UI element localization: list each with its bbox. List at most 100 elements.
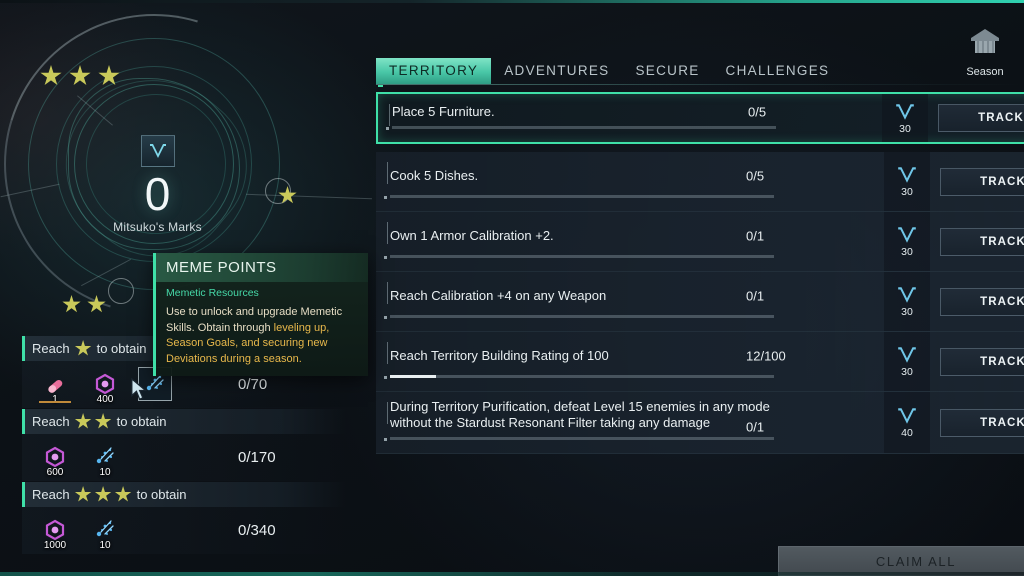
reward-item-qty: 1000 [43,540,67,551]
reward-item-pink-capsule[interactable]: 1 [38,367,72,405]
tier-body: 600 10 0/170 [22,434,346,481]
task-reward: 30 [882,94,928,142]
track-button[interactable]: TRACK [938,104,1024,132]
tier-header: Reach to obtain [22,409,346,434]
task-row[interactable]: Place 5 Furniture. 0/5 30 TRACK [376,92,1024,144]
star-icon [114,486,132,502]
task-row[interactable]: During Territory Purification, defeat Le… [376,392,1024,454]
skill-node-tier3[interactable] [40,65,120,87]
star-icon [94,413,112,429]
task-progress-bar [390,437,774,440]
task-bar-dot [384,196,387,199]
skill-node-tier1[interactable] [278,186,297,205]
task-description: During Territory Purification, defeat Le… [390,398,770,430]
reward-item-qty: 10 [99,540,111,551]
tab-secure[interactable]: SECURE [622,58,712,84]
task-progress-count: 0/5 [746,168,765,183]
season-badge[interactable]: Season [952,26,1018,78]
task-bar-dot [386,127,389,130]
tooltip-subtitle: Memetic Resources [166,287,259,299]
tier-suffix: to obtain [116,414,167,429]
task-content: Reach Territory Building Rating of 100 1… [376,332,884,391]
task-content: Place 5 Furniture. 0/5 [378,94,882,142]
meme-point-icon [896,103,914,120]
star-icon [94,486,112,502]
task-progress-count: 0/5 [748,104,767,120]
meme-point-icon [898,227,916,243]
mitsuko-marks-counter: 0 Mitsuko's Marks [105,135,210,234]
reward-item-purple-hex[interactable]: 400 [88,367,122,405]
task-description: Cook 5 Dishes. [390,167,479,183]
task-reward: 40 [884,392,930,453]
right-panel: Season TERRITORY ADVENTURES SECURE CHALL… [372,0,1024,576]
task-progress-bar [390,255,774,258]
task-list: Place 5 Furniture. 0/5 30 TRACK Cook 5 D… [376,92,1024,454]
task-progress-bar [390,315,774,318]
task-description: Own 1 Armor Calibration +2. [390,227,554,243]
task-accent-tick [387,282,388,304]
task-content: Own 1 Armor Calibration +2. 0/1 [376,212,884,271]
task-progress-count: 0/1 [746,419,765,434]
meme-point-icon [898,408,916,424]
reward-item-qty: 1 [52,394,58,405]
tooltip-body-line3-post: during a [217,352,261,365]
tier-progress-value: 0/340 [238,521,276,539]
tier-stars [74,486,132,503]
task-progress-count: 0/1 [746,228,765,243]
tooltip-body: Use to unlock and upgrade Memetic Skills… [156,302,368,376]
task-accent-tick [387,222,388,244]
task-reward: 30 [884,272,930,331]
task-progress-bar [390,195,774,198]
reward-item-blue-sparkle[interactable]: 10 [88,440,122,478]
reward-item-qty: 400 [96,394,114,405]
task-reward: 30 [884,332,930,391]
task-content: During Territory Purification, defeat Le… [376,392,884,453]
tier-progress-value: 0/170 [238,448,276,466]
star-icon [69,65,91,86]
task-reward-qty: 30 [899,122,911,135]
track-button[interactable]: TRACK [940,408,1024,437]
tier-stars [74,340,92,357]
star-icon [74,486,92,502]
tier-prefix: Reach [32,487,70,502]
tier-body: 1000 10 0/340 [22,507,346,554]
reward-item-qty: 600 [46,467,64,478]
task-row[interactable]: Reach Calibration +4 on any Weapon 0/1 3… [376,272,1024,332]
task-description: Reach Calibration +4 on any Weapon [390,287,607,303]
tab-challenges[interactable]: CHALLENGES [713,58,843,84]
reward-item-blue-sparkle[interactable]: 10 [88,513,122,551]
reward-item-purple-hex[interactable]: 1000 [38,513,72,551]
track-button[interactable]: TRACK [940,167,1024,196]
reward-item-qty: 10 [99,467,111,478]
tab-bar: TERRITORY ADVENTURES SECURE CHALLENGES [376,58,843,87]
task-row[interactable]: Reach Territory Building Rating of 100 1… [376,332,1024,392]
star-icon [98,65,120,86]
task-reward-qty: 40 [901,427,913,439]
star-icon [40,65,62,86]
reward-item-purple-hex[interactable]: 600 [38,440,72,478]
track-button[interactable]: TRACK [940,227,1024,256]
task-row[interactable]: Own 1 Armor Calibration +2. 0/1 30 TRACK [376,212,1024,272]
tab-adventures[interactable]: ADVENTURES [491,58,622,84]
bottom-edge-divider [0,572,1024,576]
star-icon [87,295,106,313]
task-row[interactable]: Cook 5 Dishes. 0/5 30 TRACK [376,152,1024,212]
track-button[interactable]: TRACK [940,287,1024,316]
task-progress-bar [392,126,776,129]
tier-prefix: Reach [32,341,70,356]
task-progress-count: 12/100 [746,348,786,363]
tooltip-body-line2-pre: Obtain through [197,321,274,334]
star-icon [74,413,92,429]
skill-node-tier2[interactable] [62,295,106,314]
tier-stars [74,413,112,430]
marks-value: 0 [144,168,171,220]
task-accent-tick [387,402,388,424]
orbit-node-circle-lower[interactable] [108,278,134,304]
task-content: Cook 5 Dishes. 0/5 [376,152,884,211]
task-accent-tick [389,104,390,126]
task-reward-qty: 30 [901,186,913,198]
tab-territory[interactable]: TERRITORY [376,58,492,87]
track-button[interactable]: TRACK [940,347,1024,376]
task-reward-qty: 30 [901,366,913,378]
meme-points-tooltip: MEME POINTS Memetic Resources Use to unl… [153,253,368,376]
